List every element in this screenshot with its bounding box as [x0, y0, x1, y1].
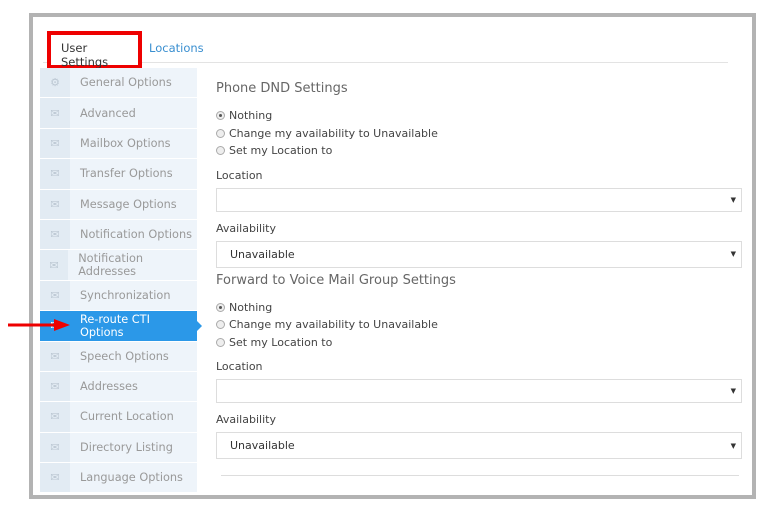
section-title: Phone DND Settings	[216, 81, 348, 96]
radio-button[interactable]	[216, 146, 225, 156]
sidebar-item-label: Current Location	[80, 410, 174, 424]
radio-button[interactable]	[216, 111, 225, 121]
caret-down-icon: ▼	[730, 387, 736, 395]
envelope-icon: ✉	[40, 341, 70, 371]
sidebar-item-label: General Options	[80, 76, 172, 90]
radio-option[interactable]: Change my availability to Unavailable	[216, 125, 742, 143]
envelope-icon: ✉	[40, 189, 70, 219]
availability-value: Unavailable	[230, 439, 295, 452]
sidebar-item-label: Re-route CTI Options	[79, 312, 150, 339]
availability-select[interactable]: Unavailable ▼	[216, 240, 742, 268]
divider	[221, 475, 739, 476]
radio-label: Set my Location to	[229, 144, 333, 158]
sidebar-item[interactable]: ✉ Directory Listing	[40, 432, 197, 464]
sidebar-item[interactable]: ✉ Synchronization	[40, 280, 197, 312]
envelope-icon: ✉	[40, 159, 70, 189]
envelope-icon: ✉	[40, 128, 70, 159]
radio-option[interactable]: Change my availability to Unavailable	[216, 316, 742, 334]
caret-down-icon: ▼	[730, 195, 736, 204]
sidebar-item[interactable]: ✉ Notification Options	[40, 219, 197, 251]
tab-user-settings[interactable]: User Settings	[47, 31, 142, 69]
envelope-icon: ✉	[40, 371, 70, 402]
tab-bar: User Settings Locations	[43, 27, 728, 69]
sidebar-item-label: Mailbox Options	[80, 136, 171, 150]
settings-window: User Settings Locations ⚙ General Options…	[29, 13, 756, 499]
location-select[interactable]: ▼	[216, 379, 742, 403]
radio-button[interactable]	[216, 320, 225, 330]
availability-select[interactable]: Unavailable ▼	[216, 432, 742, 459]
availability-label: Availability	[216, 413, 276, 426]
sidebar-item[interactable]: ✉ Transfer Options	[40, 159, 197, 190]
radio-label: Nothing	[229, 300, 273, 314]
sidebar-item[interactable]: ✉ Addresses	[40, 371, 197, 403]
sidebar-item-label: Transfer Options	[80, 167, 173, 181]
settings-section: Phone DND Settings Nothing Change my avail…	[216, 81, 742, 268]
sidebar-item-label: Addresses	[80, 380, 138, 394]
sidebar-item-label: Synchronization	[80, 288, 171, 302]
radio-option[interactable]: Nothing	[216, 299, 742, 317]
sidebar-item-label: Message Options	[80, 197, 177, 211]
sidebar-item-label: Notification Options	[80, 228, 192, 242]
availability-label: Availability	[216, 221, 276, 235]
settings-section: Forward to Voice Mail Group Settings Noth…	[216, 272, 742, 459]
main-content: Phone DND Settings Nothing Change my avail…	[216, 81, 742, 459]
sidebar-item-label: Directory Listing	[80, 440, 173, 454]
envelope-icon: ✉	[40, 98, 70, 128]
envelope-icon: ✉	[40, 280, 70, 311]
sidebar: ⚙ General Options ✉ Advanced ✉ Mailbox Option…	[40, 68, 202, 494]
radio-label: Change my availability to Unavailable	[229, 126, 438, 140]
radio-label: Change my availability to Unavailable	[229, 318, 438, 332]
sidebar-item-label: Notification Addresses	[78, 252, 144, 279]
envelope-icon: ✉	[40, 219, 70, 250]
radio-button[interactable]	[216, 302, 225, 312]
envelope-icon: ✉	[40, 432, 70, 463]
sidebar-item-label: Advanced	[80, 106, 136, 120]
gear-icon: ⚙	[40, 68, 70, 98]
section-title: Forward to Voice Mail Group Settings	[216, 272, 456, 288]
radio-option[interactable]: Set my Location to	[216, 142, 742, 160]
sidebar-item[interactable]: ✉ Language Options	[40, 463, 197, 494]
caret-down-icon: ▼	[730, 441, 736, 450]
location-label: Location	[216, 360, 263, 373]
sidebar-item-label: Language Options	[80, 471, 183, 485]
sidebar-item[interactable]: ✉ Message Options	[40, 189, 197, 220]
radio-label: Set my Location to	[229, 335, 333, 349]
caret-down-icon: ▼	[730, 250, 736, 258]
sidebar-item-label: Speech Options	[80, 349, 169, 363]
radio-option[interactable]: Set my Location to	[216, 334, 742, 352]
availability-value: Unavailable	[230, 247, 295, 261]
sidebar-item[interactable]: ⚙ General Options	[40, 68, 197, 99]
radio-button[interactable]	[216, 128, 225, 138]
red-arrow-annotation	[8, 319, 70, 331]
sidebar-item[interactable]: ✉ Notification Addresses	[40, 250, 197, 281]
radio-option[interactable]: Nothing	[216, 107, 742, 125]
sidebar-item[interactable]: ✉ Advanced	[40, 98, 197, 129]
tab-locations[interactable]: Locations	[149, 41, 204, 55]
sidebar-item[interactable]: ✉ Mailbox Options	[40, 128, 197, 160]
radio-label: Nothing	[229, 109, 273, 123]
envelope-icon: ✉	[40, 402, 70, 432]
envelope-icon: ✉	[40, 250, 69, 280]
radio-button[interactable]	[216, 337, 225, 347]
sidebar-item[interactable]: ✉ Speech Options	[40, 341, 197, 372]
location-label: Location	[216, 168, 263, 182]
envelope-icon: ✉	[40, 463, 70, 493]
location-select[interactable]: ▼	[216, 187, 742, 212]
sidebar-item[interactable]: ✉ Current Location	[40, 402, 197, 433]
